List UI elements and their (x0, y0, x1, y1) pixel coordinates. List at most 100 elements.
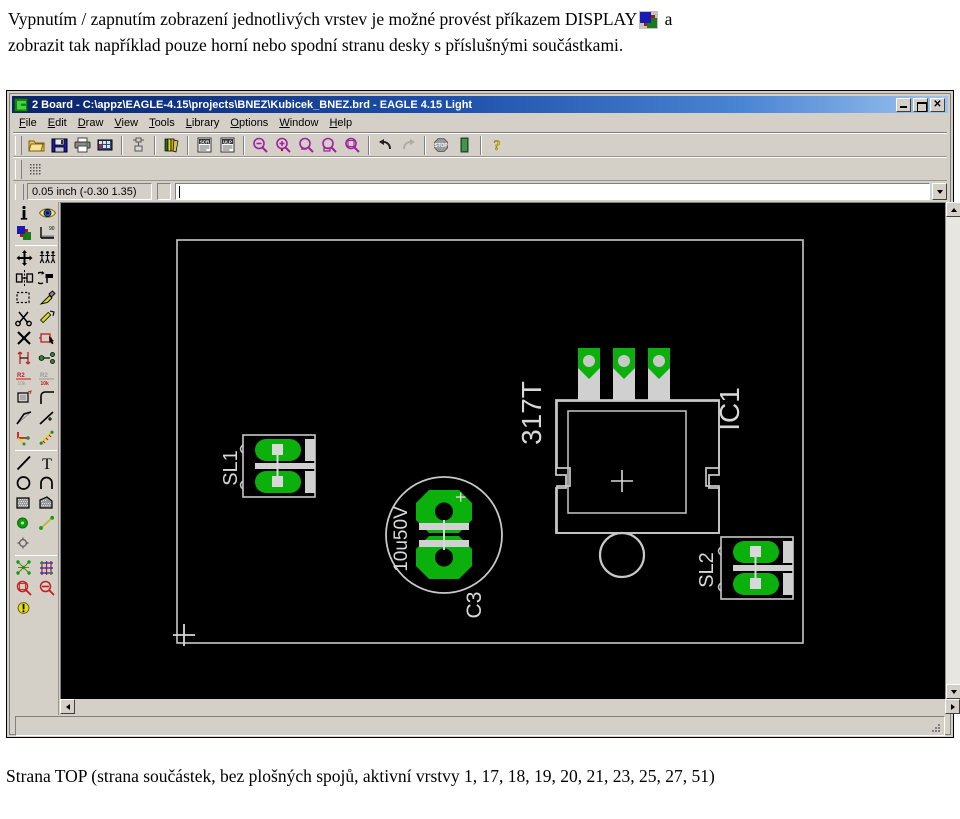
open-icon[interactable] (26, 135, 47, 155)
polygon-icon[interactable] (36, 493, 59, 513)
stop-icon[interactable]: STOP (431, 135, 452, 155)
zoom-fit-icon[interactable] (296, 135, 317, 155)
intro-text-line2: zobrazit tak například pouze horní nebo … (8, 35, 624, 55)
help-icon[interactable]: ? (487, 135, 508, 155)
svg-text:10k: 10k (17, 381, 26, 387)
erc-icon[interactable] (13, 598, 36, 618)
smash-icon[interactable] (13, 388, 36, 408)
display-layers-icon[interactable] (13, 223, 36, 243)
arc-icon[interactable] (36, 473, 59, 493)
scroll-left-button[interactable] (60, 699, 75, 714)
zoom-select-icon[interactable] (319, 135, 340, 155)
scroll-down-button[interactable] (946, 684, 960, 699)
delete-icon[interactable] (13, 328, 36, 348)
menu-item-draw[interactable]: Draw (78, 117, 104, 129)
tool-divider (14, 450, 57, 451)
add-icon[interactable] (36, 328, 59, 348)
page-root: Vypnutím / zapnutím zobrazení jednotlivý… (0, 0, 960, 819)
main-toolbar: SCR ULP STOP ? (13, 133, 947, 157)
hole-icon[interactable] (13, 533, 36, 553)
show-eye-icon[interactable] (36, 203, 59, 223)
vertical-scroll-track[interactable] (946, 217, 960, 684)
paste-icon[interactable] (36, 288, 59, 308)
cut-icon[interactable] (13, 308, 36, 328)
name-icon[interactable]: R2 10k (13, 368, 36, 388)
close-button[interactable]: ✕ (930, 97, 945, 112)
intro-text-line1: Vypnutím / zapnutím zobrazení jednotlivý… (8, 9, 638, 29)
pinswap-icon[interactable] (13, 348, 36, 368)
signal-icon[interactable] (36, 513, 59, 533)
redo-icon[interactable] (398, 135, 419, 155)
split-icon[interactable] (13, 408, 36, 428)
eagle-board-window: 2 Board - C:\appz\EAGLE-4.15\projects\BN… (6, 90, 960, 738)
print-icon[interactable] (72, 135, 93, 155)
replace-icon[interactable] (36, 348, 59, 368)
svg-text:STOP: STOP (434, 143, 448, 149)
toolbar-grip[interactable] (15, 135, 22, 155)
copy-icon[interactable] (36, 308, 59, 328)
library-icon[interactable] (161, 135, 182, 155)
group-icon[interactable] (36, 248, 59, 268)
menu-item-options[interactable]: Options (230, 117, 268, 129)
auto-router-icon[interactable] (36, 558, 59, 578)
text-icon[interactable]: T (36, 453, 59, 473)
command-input[interactable] (175, 183, 930, 200)
change-icon[interactable] (13, 288, 36, 308)
board-canvas[interactable]: SL1 10u50V + C3 317T IC1 SL2 (60, 202, 945, 699)
move-icon[interactable] (13, 248, 36, 268)
zoom-in-icon[interactable] (273, 135, 294, 155)
redraw-icon[interactable] (342, 135, 363, 155)
svg-text:T: T (42, 456, 52, 472)
mirror-icon[interactable] (13, 268, 36, 288)
board-schematic-switch-icon[interactable] (128, 135, 149, 155)
canvas-vertical-scrollbar[interactable] (945, 202, 960, 699)
scroll-right-button[interactable] (945, 699, 960, 714)
menu-item-window[interactable]: Window (279, 117, 318, 129)
zoom-out-icon[interactable] (250, 135, 271, 155)
grid-icon[interactable] (26, 159, 47, 179)
command-history-button[interactable] (157, 183, 171, 200)
window-titlebar[interactable]: 2 Board - C:\appz\EAGLE-4.15\projects\BN… (12, 96, 948, 113)
rect-icon[interactable] (13, 493, 36, 513)
route-icon[interactable] (13, 428, 36, 448)
optimize-icon[interactable] (36, 408, 59, 428)
circle-icon[interactable] (13, 473, 36, 493)
errors-icon[interactable] (36, 578, 59, 598)
toolbar-grip-2[interactable] (15, 159, 22, 179)
command-dropdown-button[interactable] (932, 183, 947, 200)
menu-item-file[interactable]: File (19, 117, 37, 129)
toolbar-separator (187, 135, 189, 155)
menu-item-view[interactable]: View (114, 117, 138, 129)
miter-icon[interactable] (36, 388, 59, 408)
script-icon[interactable]: SCR (194, 135, 215, 155)
ulp-icon[interactable]: ULP (217, 135, 238, 155)
ripup-icon[interactable] (36, 428, 59, 448)
save-icon[interactable] (49, 135, 70, 155)
rotate-icon[interactable] (36, 268, 59, 288)
drc-run-icon[interactable] (454, 135, 475, 155)
ratsnest-icon[interactable] (13, 558, 36, 578)
canvas-horizontal-scrollbar[interactable] (60, 699, 960, 714)
cam-processor-icon[interactable] (95, 135, 116, 155)
svg-text:10k: 10k (40, 381, 49, 387)
coordbar-grip[interactable] (15, 183, 24, 200)
menu-item-tools[interactable]: Tools (149, 117, 175, 129)
info-icon[interactable] (13, 203, 36, 223)
intro-text-after-icon: a (660, 9, 673, 29)
maximize-button[interactable] (913, 97, 928, 112)
mark-icon[interactable]: 90 (36, 223, 59, 243)
via-icon[interactable] (13, 513, 36, 533)
menu-item-help[interactable]: Help (329, 117, 352, 129)
pcb-layout-graphic: SL1 10u50V + C3 317T IC1 SL2 (61, 203, 945, 699)
drc-icon[interactable] (13, 578, 36, 598)
window-resize-grip[interactable] (929, 721, 941, 733)
menu-item-edit[interactable]: Edit (48, 117, 67, 129)
label-SL2: SL2 (696, 552, 718, 588)
minimize-button[interactable] (896, 97, 911, 112)
menu-item-library[interactable]: Library (186, 117, 220, 129)
scroll-up-button[interactable] (946, 202, 960, 217)
wire-icon[interactable] (13, 453, 36, 473)
value-icon[interactable]: R2 10k (36, 368, 59, 388)
undo-icon[interactable] (375, 135, 396, 155)
board-drawing-area[interactable]: SL1 10u50V + C3 317T IC1 SL2 (61, 203, 945, 699)
